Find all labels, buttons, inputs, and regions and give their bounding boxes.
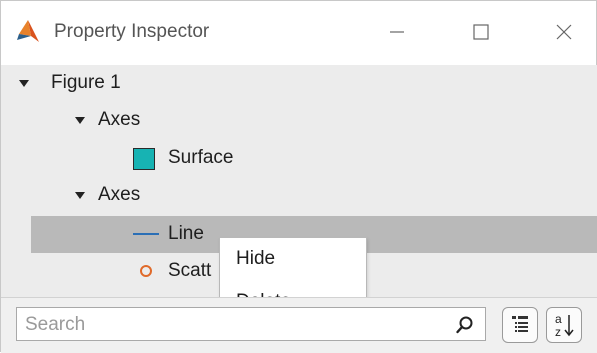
matlab-logo-icon xyxy=(17,20,39,42)
maximize-icon[interactable] xyxy=(458,15,504,49)
close-icon[interactable] xyxy=(541,15,587,49)
line-icon xyxy=(133,233,159,235)
search-icon[interactable] xyxy=(455,315,475,335)
search-toolbar: a z xyxy=(1,297,597,353)
tree-item-axes-1[interactable]: Axes xyxy=(1,102,597,139)
menu-item-hide[interactable]: Hide xyxy=(236,248,275,270)
search-box[interactable] xyxy=(16,307,486,341)
minimize-icon[interactable] xyxy=(374,15,420,49)
tree-item-label: Axes xyxy=(98,109,141,130)
svg-text:z: z xyxy=(555,325,561,339)
property-inspector-window: Property Inspector Figure 1 Axes Surface xyxy=(0,0,597,353)
surface-swatch-icon xyxy=(133,148,155,170)
window-title: Property Inspector xyxy=(54,21,210,42)
sort-alpha-icon: a z xyxy=(555,312,574,339)
tree-item-label: Figure 1 xyxy=(51,72,121,93)
group-properties-button[interactable] xyxy=(502,307,538,343)
caret-down-icon[interactable] xyxy=(19,80,29,87)
scatter-circle-icon xyxy=(140,265,152,277)
caret-down-icon[interactable] xyxy=(75,117,85,124)
search-input[interactable] xyxy=(23,312,447,338)
tree-item-surface[interactable]: Surface xyxy=(1,140,597,177)
tree-item-label: Surface xyxy=(168,147,234,168)
caret-down-icon[interactable] xyxy=(75,192,85,199)
tree-item-figure[interactable]: Figure 1 xyxy=(1,65,597,102)
sort-alphabetical-button[interactable]: a z xyxy=(546,307,582,343)
tree-item-label: Axes xyxy=(98,184,141,205)
group-properties-icon xyxy=(512,316,528,332)
svg-text:a: a xyxy=(555,312,562,326)
tree-item-label: Scatt xyxy=(168,260,212,281)
tree-item-label: Line xyxy=(168,223,204,244)
tree-item-axes-2[interactable]: Axes xyxy=(1,177,597,214)
title-bar: Property Inspector xyxy=(1,1,596,65)
